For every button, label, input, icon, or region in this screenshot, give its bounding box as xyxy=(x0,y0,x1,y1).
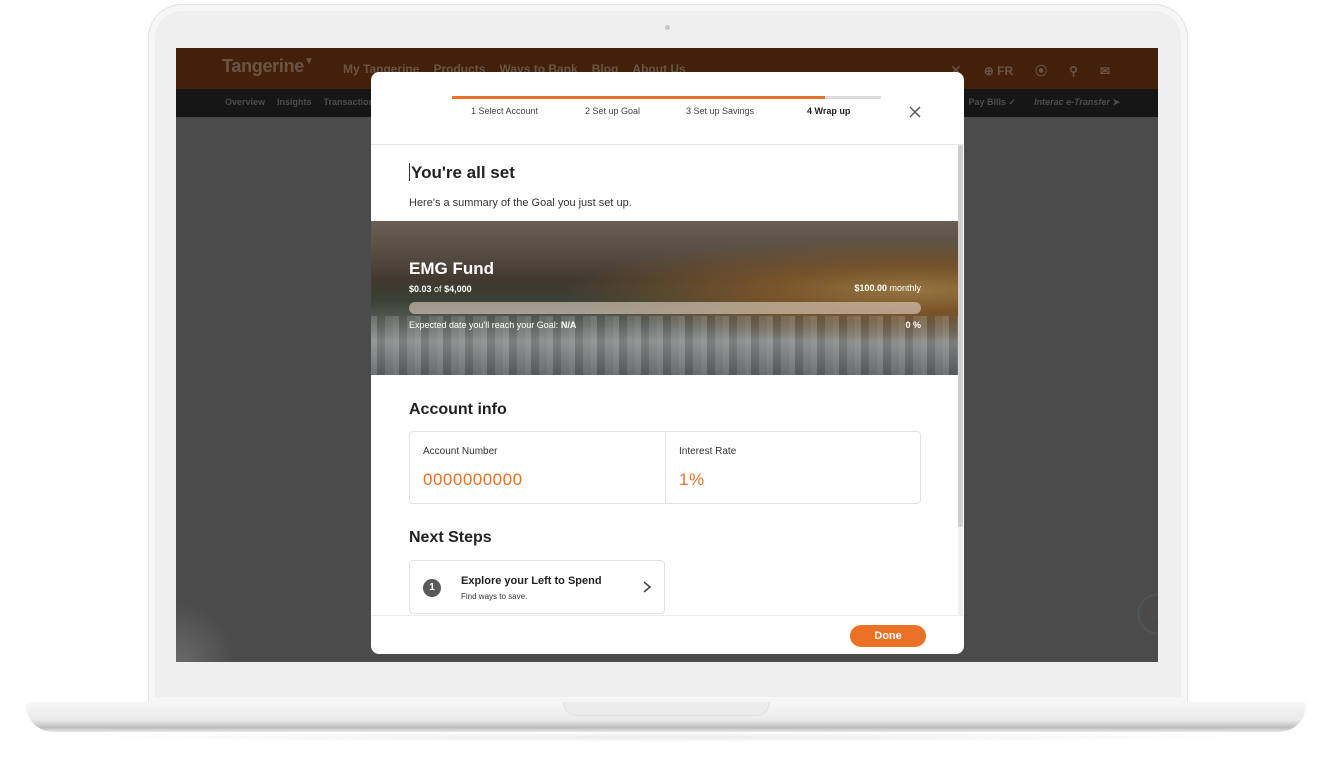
send-icon: ➤ xyxy=(1112,97,1120,107)
camera-icon xyxy=(665,25,670,30)
step-set-up-savings: 3 Set up Savings xyxy=(686,106,755,116)
laptop-notch xyxy=(563,702,770,716)
contribution-amount: $100.00 xyxy=(854,283,887,293)
goal-summary-modal: 1 Select Account 2 Set up Goal 3 Set up … xyxy=(371,72,964,654)
next-step-subtitle: Find ways to save. xyxy=(461,592,528,601)
goal-contribution: $100.00 monthly xyxy=(854,283,921,293)
expected-date-label: Expected date you'll reach your Goal: xyxy=(409,320,559,330)
location-pin-icon[interactable]: ⦿ xyxy=(1035,62,1047,79)
interest-rate-label: Interest Rate xyxy=(679,446,737,457)
expected-date-value: N/A xyxy=(560,320,577,330)
goal-saved: $0.03 xyxy=(409,284,432,294)
brand-name: Tangerine xyxy=(222,56,304,76)
laptop-shadow xyxy=(60,732,1270,742)
goal-name: EMG Fund xyxy=(409,259,494,278)
page: Tangerine▼ My Tangerine Products Ways to… xyxy=(0,0,1330,766)
next-step-card[interactable]: 1 Explore your Left to Spend Find ways t… xyxy=(409,560,665,614)
modal-close-button[interactable] xyxy=(907,104,923,120)
goal-target: $4,000 xyxy=(444,284,472,294)
modal-footer: Done xyxy=(371,615,964,654)
search-icon[interactable]: ⚲ xyxy=(1069,64,1078,78)
subnav-left: Overview Insights Transactions xyxy=(225,97,379,107)
done-button[interactable]: Done xyxy=(850,625,926,647)
goal-saved-of-target: $0.03 of $4,000 xyxy=(409,284,472,294)
next-step-title: Explore your Left to Spend xyxy=(461,575,602,587)
goal-expected-date: Expected date you'll reach your Goal: N/… xyxy=(409,320,576,330)
interest-rate-cell: Interest Rate 1% xyxy=(665,432,920,503)
globe-icon: ⊕ xyxy=(983,63,994,78)
modal-scrollbar[interactable] xyxy=(958,145,963,615)
chat-icon: ☖ xyxy=(1149,607,1158,621)
next-steps-heading: Next Steps xyxy=(409,529,492,546)
step-set-up-goal: 2 Set up Goal xyxy=(585,106,641,116)
account-number-value: 0000000000 xyxy=(423,470,523,489)
modal-body: You're all set Here's a summary of the G… xyxy=(371,145,964,615)
step-number-badge: 1 xyxy=(423,579,441,597)
interest-rate-value: 1% xyxy=(679,470,705,489)
goal-of-label: of xyxy=(434,284,442,294)
pay-bills-label: Pay Bills xyxy=(968,97,1006,107)
subnav-pay-bills[interactable]: Pay Bills ✓ xyxy=(968,97,1016,108)
contribution-frequency: monthly xyxy=(889,283,921,293)
goal-hero-banner: EMG Fund $0.03 of $4,000 $100.00 monthly… xyxy=(371,221,959,375)
nav-utilities: ✕ ⊕ FR ⦿ ⚲ ✉ xyxy=(950,62,1110,79)
text-caret xyxy=(409,163,410,181)
modal-title-text: You're all set xyxy=(411,163,515,182)
stepper-progress-fill xyxy=(452,96,826,99)
step-select-account: 1 Select Account xyxy=(471,106,539,116)
subnav-overview[interactable]: Overview xyxy=(225,97,265,107)
close-icon xyxy=(909,106,921,118)
scrollbar-thumb[interactable] xyxy=(958,145,963,527)
e-transfer-label: Interac e-Transfer xyxy=(1034,97,1110,107)
subnav-right: Pay Bills ✓ Interac e-Transfer ➤ xyxy=(968,97,1120,108)
modal-header: 1 Select Account 2 Set up Goal 3 Set up … xyxy=(371,72,964,145)
step-wrap-up: 4 Wrap up xyxy=(807,106,851,116)
goal-progress-bar xyxy=(409,302,921,314)
subnav-insights[interactable]: Insights xyxy=(277,97,312,107)
overlay-corner xyxy=(176,602,236,662)
language-label: FR xyxy=(997,63,1014,78)
language-toggle[interactable]: ⊕ FR xyxy=(984,64,1013,78)
chevron-right-icon xyxy=(643,581,652,593)
mail-icon[interactable]: ✉ xyxy=(1100,64,1110,78)
brand-logo[interactable]: Tangerine▼ xyxy=(222,56,314,77)
stepper-steps: 1 Select Account 2 Set up Goal 3 Set up … xyxy=(452,106,881,120)
subnav-e-transfer[interactable]: Interac e-Transfer ➤ xyxy=(1034,97,1120,108)
brand-mark-icon: ▼ xyxy=(303,56,314,67)
modal-title: You're all set xyxy=(409,163,515,183)
check-icon: ✓ xyxy=(1008,97,1017,107)
account-number-cell: Account Number 0000000000 xyxy=(410,432,665,503)
account-number-label: Account Number xyxy=(423,446,498,457)
account-info-card: Account Number 0000000000 Interest Rate … xyxy=(409,431,921,504)
stepper-progress-track xyxy=(452,96,881,99)
modal-subtitle: Here's a summary of the Goal you just se… xyxy=(409,197,632,209)
goal-percent: 0 % xyxy=(905,320,921,330)
account-info-heading: Account info xyxy=(409,401,507,418)
chat-button[interactable]: ☖ xyxy=(1138,594,1158,634)
